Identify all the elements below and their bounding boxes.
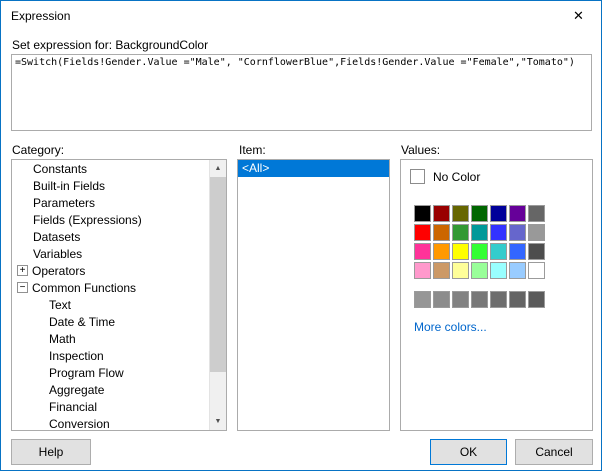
- tree-item-label: Common Functions: [32, 280, 137, 295]
- tree-item-label: Aggregate: [49, 382, 105, 397]
- tree-item-label: Text: [49, 297, 72, 312]
- no-color-swatch: [410, 169, 425, 184]
- color-palette: [414, 205, 545, 279]
- scrollbar-thumb[interactable]: [210, 177, 226, 372]
- help-button[interactable]: Help: [11, 439, 91, 465]
- scroll-down-icon[interactable]: ▼: [210, 413, 226, 430]
- color-swatch[interactable]: [433, 224, 450, 241]
- color-swatch[interactable]: [509, 224, 526, 241]
- tree-item[interactable]: Parameters: [12, 194, 209, 211]
- tree-item[interactable]: Inspection: [12, 347, 209, 364]
- color-swatch[interactable]: [452, 243, 469, 260]
- no-color-label: No Color: [433, 169, 481, 184]
- item-list: <All>: [237, 159, 390, 431]
- ok-button[interactable]: OK: [430, 439, 507, 465]
- tree-item[interactable]: Program Flow: [12, 364, 209, 381]
- expression-input[interactable]: =Switch(Fields!Gender.Value ="Male", "Co…: [11, 54, 592, 131]
- tree-item-label: Date & Time: [49, 314, 116, 329]
- color-swatch[interactable]: [414, 291, 431, 308]
- color-swatch[interactable]: [509, 205, 526, 222]
- expression-dialog: Expression ✕ Set expression for: Backgro…: [0, 0, 602, 471]
- color-swatch[interactable]: [471, 291, 488, 308]
- color-swatch[interactable]: [490, 291, 507, 308]
- color-swatch[interactable]: [471, 243, 488, 260]
- category-tree: Constants Built-in Fields Parameters Fields…: [12, 160, 209, 430]
- tree-item[interactable]: Financial: [12, 398, 209, 415]
- color-swatch[interactable]: [433, 262, 450, 279]
- category-panel: Constants Built-in Fields Parameters Fields…: [11, 159, 227, 431]
- tree-item-label: Datasets: [33, 229, 81, 244]
- tree-item[interactable]: Conversion: [12, 415, 209, 431]
- color-swatch[interactable]: [490, 262, 507, 279]
- list-item[interactable]: <All>: [238, 160, 389, 177]
- color-swatch[interactable]: [471, 262, 488, 279]
- color-swatch[interactable]: [414, 243, 431, 260]
- color-swatch[interactable]: [414, 205, 431, 222]
- color-swatch[interactable]: [490, 224, 507, 241]
- tree-item-label: Parameters: [33, 195, 96, 210]
- tree-item-label: Variables: [33, 246, 83, 261]
- set-expression-label: Set expression for: BackgroundColor: [12, 38, 209, 52]
- tree-item[interactable]: − Common Functions: [12, 279, 209, 296]
- tree-item[interactable]: Built-in Fields: [12, 177, 209, 194]
- tree-item-label: Constants: [33, 161, 88, 176]
- color-swatch[interactable]: [490, 243, 507, 260]
- tree-item-label: Conversion: [49, 416, 110, 431]
- tree-item-label: Math: [49, 331, 76, 346]
- color-swatch[interactable]: [490, 205, 507, 222]
- titlebar[interactable]: Expression ✕: [1, 1, 601, 31]
- tree-item-label: Inspection: [49, 348, 104, 363]
- color-swatch[interactable]: [528, 243, 545, 260]
- tree-item[interactable]: Math: [12, 330, 209, 347]
- values-label: Values:: [401, 143, 441, 157]
- color-swatch[interactable]: [528, 205, 545, 222]
- window-title: Expression: [11, 9, 71, 23]
- color-swatch[interactable]: [528, 262, 545, 279]
- tree-item-label: Financial: [49, 399, 98, 414]
- color-swatch[interactable]: [433, 291, 450, 308]
- tree-item[interactable]: Variables: [12, 245, 209, 262]
- gray-palette: [414, 291, 545, 308]
- color-swatch[interactable]: [509, 291, 526, 308]
- tree-item[interactable]: + Operators: [12, 262, 209, 279]
- color-swatch[interactable]: [452, 262, 469, 279]
- tree-item[interactable]: Text: [12, 296, 209, 313]
- tree-item[interactable]: Aggregate: [12, 381, 209, 398]
- no-color-option[interactable]: No Color: [410, 169, 480, 184]
- color-swatch[interactable]: [414, 262, 431, 279]
- tree-item[interactable]: Date & Time: [12, 313, 209, 330]
- color-swatch[interactable]: [528, 224, 545, 241]
- category-label: Category:: [12, 143, 65, 157]
- color-swatch[interactable]: [509, 243, 526, 260]
- tree-item[interactable]: Datasets: [12, 228, 209, 245]
- cancel-button[interactable]: Cancel: [515, 439, 593, 465]
- tree-item-label: Program Flow: [49, 365, 124, 380]
- tree-item[interactable]: Fields (Expressions): [12, 211, 209, 228]
- color-swatch[interactable]: [452, 224, 469, 241]
- tree-item-label: Operators: [32, 263, 86, 278]
- item-label: Item:: [239, 143, 266, 157]
- collapse-icon[interactable]: −: [17, 282, 28, 293]
- color-swatch[interactable]: [452, 291, 469, 308]
- color-swatch[interactable]: [452, 205, 469, 222]
- tree-item[interactable]: Constants: [12, 160, 209, 177]
- color-swatch[interactable]: [528, 291, 545, 308]
- color-swatch[interactable]: [471, 205, 488, 222]
- color-swatch[interactable]: [509, 262, 526, 279]
- values-panel: No Color More colors...: [400, 159, 593, 431]
- scroll-up-icon[interactable]: ▲: [210, 160, 226, 177]
- tree-item-label: Fields (Expressions): [33, 212, 142, 227]
- color-swatch[interactable]: [414, 224, 431, 241]
- expand-icon[interactable]: +: [17, 265, 28, 276]
- more-colors-link[interactable]: More colors...: [414, 320, 487, 334]
- tree-item-label: Built-in Fields: [33, 178, 106, 193]
- color-swatch[interactable]: [433, 205, 450, 222]
- close-icon[interactable]: ✕: [556, 1, 601, 30]
- color-swatch[interactable]: [433, 243, 450, 260]
- category-scrollbar[interactable]: ▲ ▼: [209, 160, 226, 430]
- color-swatch[interactable]: [471, 224, 488, 241]
